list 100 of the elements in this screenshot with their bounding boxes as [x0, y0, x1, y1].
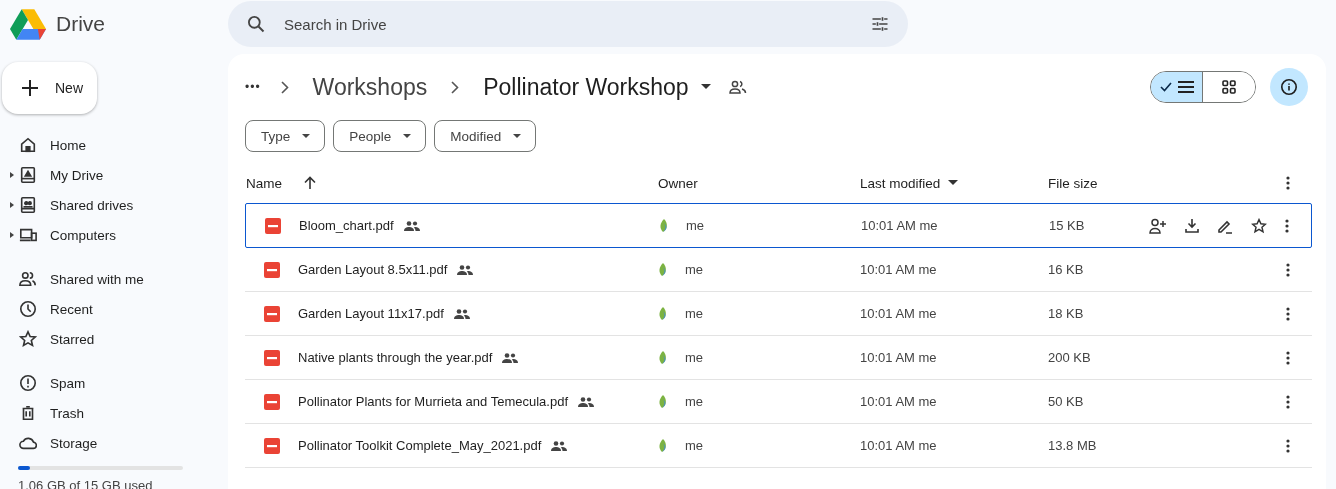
file-row[interactable]: Garden Layout 11x17.pdf me 10:01 AM me 18 KB [245, 292, 1312, 336]
leaf-avatar-icon [658, 306, 668, 321]
leaf-avatar-icon [658, 350, 668, 365]
file-row[interactable]: Garden Layout 8.5x11.pdf me 10:01 AM me 16 KB [245, 248, 1312, 292]
modified-cell: 10:01 AM me [860, 306, 937, 321]
computer-icon [19, 226, 37, 244]
size-cell: 18 KB [1048, 306, 1084, 321]
expand-arrow-icon[interactable] [10, 232, 14, 238]
download-icon[interactable] [1185, 218, 1199, 233]
owner-cell: me [685, 438, 704, 453]
file-name: Native plants through the year.pdf [298, 350, 493, 365]
more-vertical-icon[interactable] [1286, 306, 1290, 321]
filter-chip[interactable]: Type [245, 120, 326, 152]
file-row[interactable]: Native plants through the year.pdf me 10:01 AM me 200 KB [245, 336, 1312, 380]
plus-icon [21, 79, 39, 97]
search-field[interactable]: Search in Drive [282, 14, 854, 34]
column-header[interactable]: Last modified [860, 175, 941, 191]
sidebar-item[interactable]: Home [0, 130, 228, 160]
caret-icon [948, 180, 959, 186]
size-cell: 50 KB [1048, 394, 1084, 409]
column-header[interactable]: Owner [658, 175, 698, 191]
drive-logo-icon [10, 8, 46, 40]
file-row[interactable]: Pollinator Plants for Murrieta and Temecula.pdf me 10:01 AM me 50 KB [245, 380, 1312, 424]
column-header[interactable]: Name [246, 175, 282, 191]
modified-cell: 10:01 AM me [860, 350, 937, 365]
file-row[interactable]: Pollinator Toolkit Complete_May_2021.pdf me 10:01 AM me 13.8 MB [245, 424, 1312, 468]
sidebar-item[interactable]: Starred [0, 324, 228, 354]
search-icon [246, 14, 266, 34]
pdf-file-icon [264, 261, 280, 278]
search-bar[interactable]: Search in Drive [228, 1, 908, 47]
file-name: Pollinator Plants for Murrieta and Temecula.pdf [298, 394, 568, 409]
caret-icon [302, 133, 311, 139]
expand-arrow-icon[interactable] [10, 202, 14, 208]
file-name: Bloom_chart.pdf [299, 218, 394, 233]
more-vertical-icon[interactable] [1286, 394, 1290, 409]
owner-cell: me [685, 306, 704, 321]
filter-chip[interactable]: People [333, 120, 427, 152]
sidebar-item[interactable]: Shared drives [0, 190, 228, 220]
star-icon [19, 330, 37, 348]
filter-options-icon[interactable] [870, 14, 890, 34]
chevron-right-icon [280, 80, 289, 94]
file-name: Garden Layout 11x17.pdf [298, 306, 444, 321]
more-vertical-icon[interactable] [1286, 350, 1290, 365]
size-cell: 15 KB [1049, 218, 1085, 233]
size-cell: 200 KB [1048, 350, 1091, 365]
modified-cell: 10:01 AM me [861, 218, 938, 233]
caret-icon [700, 84, 711, 90]
pdf-file-icon [264, 437, 280, 454]
app-name: Drive [56, 12, 105, 36]
more-folders-button[interactable]: ••• [245, 80, 261, 94]
add-person-icon[interactable] [1149, 217, 1167, 234]
file-name: Garden Layout 8.5x11.pdf [298, 262, 448, 277]
column-header[interactable]: File size [1048, 175, 1098, 191]
people-icon [19, 270, 37, 288]
pdf-file-icon [264, 305, 280, 322]
details-button[interactable] [1270, 68, 1308, 106]
drive-icon [19, 166, 37, 184]
list-icon [1177, 81, 1194, 93]
sidebar-item[interactable]: Computers [0, 220, 228, 250]
pdf-file-icon [265, 217, 281, 234]
leaf-avatar-icon [658, 438, 668, 453]
clock-icon [19, 300, 37, 318]
star-icon[interactable] [1251, 217, 1267, 234]
more-vertical-icon[interactable] [1286, 262, 1290, 277]
owner-cell: me [685, 350, 704, 365]
new-button[interactable]: New [2, 62, 97, 114]
leaf-avatar-icon [658, 262, 668, 277]
modified-cell: 10:01 AM me [860, 394, 937, 409]
more-vertical-icon[interactable] [1286, 176, 1290, 190]
sidebar-item[interactable]: Trash [0, 398, 228, 428]
grid-icon [1222, 80, 1236, 94]
sidebar-item[interactable]: Spam [0, 368, 228, 398]
info-icon [1280, 78, 1298, 96]
breadcrumb-item[interactable]: Pollinator Workshop [479, 73, 715, 101]
file-name: Pollinator Toolkit Complete_May_2021.pdf [298, 438, 542, 453]
list-view-button[interactable] [1151, 72, 1203, 102]
check-icon [1159, 82, 1172, 92]
sort-up-arrow-icon[interactable] [304, 176, 316, 190]
caret-icon [513, 133, 522, 139]
sidebar-item[interactable]: Shared with me [0, 264, 228, 294]
sidebar-item[interactable]: Storage [0, 428, 228, 458]
filter-chip[interactable]: Modified [434, 120, 537, 152]
modified-cell: 10:01 AM me [860, 438, 937, 453]
size-cell: 16 KB [1048, 262, 1084, 277]
more-vertical-icon[interactable] [1286, 438, 1290, 453]
more-vertical-icon[interactable] [1285, 218, 1289, 233]
chevron-right-icon [451, 80, 460, 94]
house-icon [19, 136, 37, 154]
shared-drive-icon [19, 196, 37, 214]
owner-cell: me [686, 218, 705, 233]
pdf-file-icon [264, 349, 280, 366]
size-cell: 13.8 MB [1048, 438, 1097, 453]
sidebar-item[interactable]: Recent [0, 294, 228, 324]
file-row[interactable]: Bloom_chart.pdf me 10:01 AM me 15 KB [245, 203, 1312, 248]
leaf-avatar-icon [658, 394, 668, 409]
expand-arrow-icon[interactable] [10, 172, 14, 178]
pdf-file-icon [264, 393, 280, 410]
sidebar-item[interactable]: My Drive [0, 160, 228, 190]
owner-cell: me [685, 262, 704, 277]
breadcrumb-item[interactable]: Workshops [308, 73, 432, 101]
